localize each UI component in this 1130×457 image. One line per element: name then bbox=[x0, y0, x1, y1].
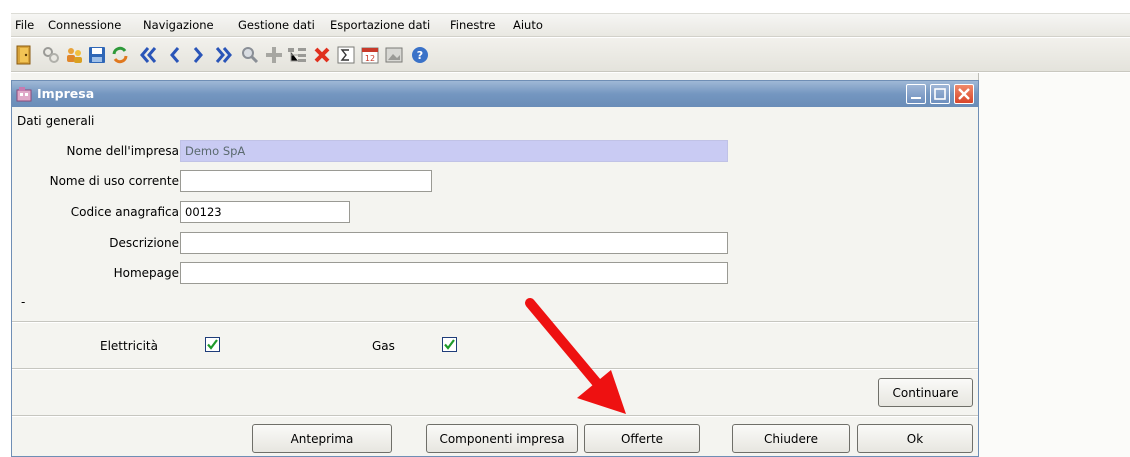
previous-icon[interactable] bbox=[165, 45, 185, 65]
next-icon[interactable] bbox=[188, 45, 208, 65]
window-title: Impresa bbox=[37, 86, 95, 101]
exit-icon[interactable] bbox=[14, 45, 34, 65]
descrizione-label: Descrizione bbox=[109, 236, 179, 250]
nome-uso-corrente-label: Nome di uso corrente bbox=[49, 174, 179, 188]
top-strip bbox=[0, 0, 1130, 8]
ok-button[interactable]: Ok bbox=[857, 424, 973, 453]
nome-uso-corrente-input[interactable] bbox=[180, 170, 432, 192]
application-window: File Connessione Navigazione Gestione da… bbox=[0, 0, 1130, 457]
menu-finestre[interactable]: Finestre bbox=[450, 18, 495, 32]
chiudere-button[interactable]: Chiudere bbox=[732, 424, 850, 453]
calendar-icon[interactable]: 12 bbox=[360, 45, 380, 65]
componenti-impresa-button[interactable]: Componenti impresa bbox=[426, 424, 578, 453]
add-icon[interactable] bbox=[264, 45, 284, 65]
image-icon[interactable] bbox=[384, 45, 404, 65]
users-icon[interactable] bbox=[64, 45, 84, 65]
elettricita-label: Elettricità bbox=[100, 339, 158, 353]
sum-icon[interactable] bbox=[336, 45, 356, 65]
last-icon[interactable] bbox=[213, 45, 233, 65]
svg-text:?: ? bbox=[417, 49, 423, 62]
menu-bar: File Connessione Navigazione Gestione da… bbox=[11, 13, 1130, 37]
first-icon[interactable] bbox=[139, 45, 159, 65]
continuare-button[interactable]: Continuare bbox=[878, 378, 973, 407]
menu-navigazione[interactable]: Navigazione bbox=[143, 18, 214, 32]
window-titlebar[interactable]: Impresa bbox=[12, 81, 978, 107]
close-button[interactable] bbox=[954, 84, 974, 104]
refresh-icon[interactable] bbox=[110, 45, 130, 65]
menu-connessione[interactable]: Connessione bbox=[48, 18, 121, 32]
anteprima-button[interactable]: Anteprima bbox=[252, 424, 392, 453]
separator-highlight bbox=[12, 322, 978, 323]
help-icon[interactable]: ? bbox=[410, 45, 430, 65]
window-icon bbox=[15, 85, 33, 103]
gas-label: Gas bbox=[372, 339, 395, 353]
menu-file[interactable]: File bbox=[15, 18, 34, 32]
homepage-input[interactable] bbox=[180, 262, 728, 284]
delete-icon[interactable] bbox=[312, 45, 332, 65]
separator-highlight bbox=[12, 369, 978, 370]
svg-text:12: 12 bbox=[365, 54, 375, 63]
save-icon[interactable] bbox=[87, 45, 107, 65]
nome-impresa-input[interactable]: Demo SpA bbox=[180, 140, 728, 162]
minimize-button[interactable] bbox=[906, 84, 926, 104]
tree-icon[interactable] bbox=[287, 45, 307, 65]
descrizione-input[interactable] bbox=[180, 232, 728, 254]
section-heading: Dati generali bbox=[17, 114, 95, 128]
menu-aiuto[interactable]: Aiuto bbox=[513, 18, 543, 32]
homepage-label: Homepage bbox=[113, 266, 179, 280]
codice-anagrafica-label: Codice anagrafica bbox=[70, 205, 179, 219]
toolbar: 12 ? bbox=[11, 38, 1130, 72]
menu-esportazione-dati[interactable]: Esportazione dati bbox=[330, 18, 430, 32]
mdi-empty-area bbox=[978, 73, 1130, 457]
maximize-button[interactable] bbox=[930, 84, 950, 104]
tools-icon[interactable] bbox=[41, 45, 61, 65]
nome-impresa-label: Nome dell'impresa bbox=[66, 144, 179, 158]
separator-highlight bbox=[12, 416, 978, 417]
elettricita-checkbox[interactable] bbox=[205, 337, 220, 352]
impresa-window: Impresa Dati generali Nome dell'impresa … bbox=[11, 80, 979, 457]
offerte-button[interactable]: Offerte bbox=[584, 424, 700, 453]
dash-text: - bbox=[21, 295, 26, 309]
codice-anagrafica-input[interactable]: 00123 bbox=[180, 201, 350, 223]
search-icon[interactable] bbox=[240, 45, 260, 65]
gas-checkbox[interactable] bbox=[442, 337, 457, 352]
menu-gestione-dati[interactable]: Gestione dati bbox=[238, 18, 315, 32]
